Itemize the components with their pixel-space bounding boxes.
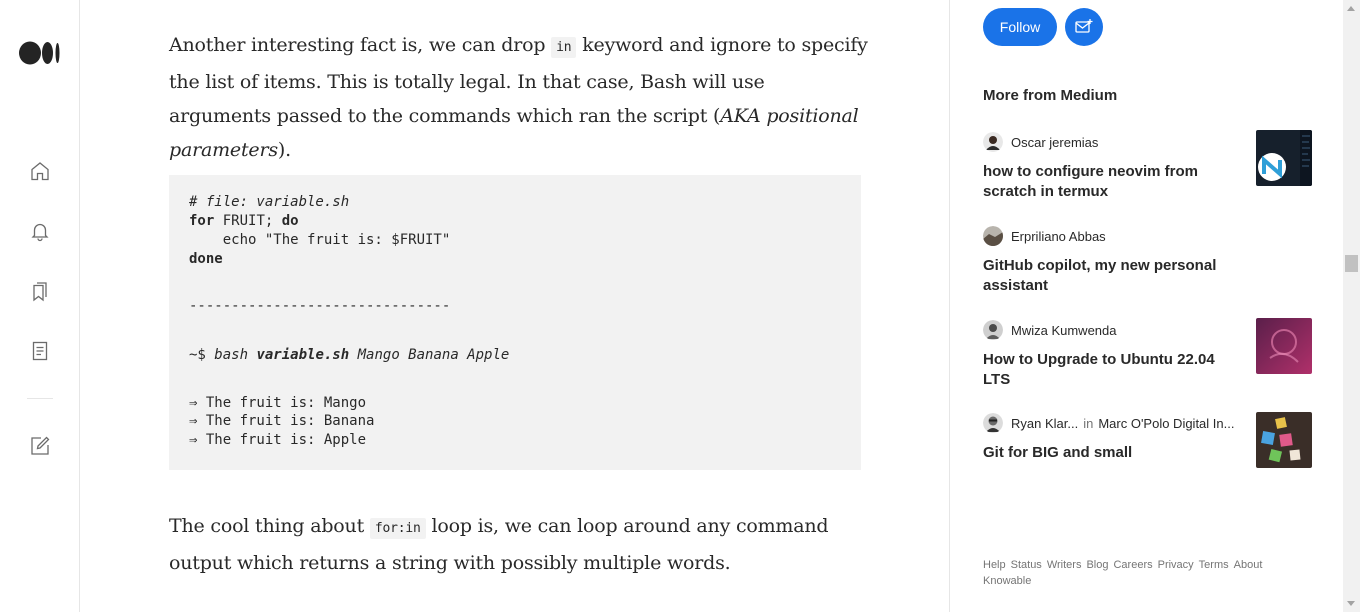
more-from-medium-heading: More from Medium — [983, 87, 1118, 104]
page-scrollbar[interactable] — [1343, 0, 1360, 612]
story-author-row: Erpriliano Abbas — [983, 226, 1313, 246]
inline-code-in: in — [551, 37, 577, 58]
scrollbar-thumb[interactable] — [1345, 255, 1358, 272]
author-avatar[interactable] — [983, 320, 1003, 340]
story-thumbnail[interactable] — [1256, 130, 1312, 186]
code-for-line: for FRUIT; do — [189, 213, 299, 229]
footer-link-terms[interactable]: Terms — [1199, 559, 1229, 571]
left-rail — [0, 0, 80, 612]
stories-icon[interactable] — [28, 339, 52, 363]
story-thumbnail[interactable] — [1256, 318, 1312, 374]
footer-link-blog[interactable]: Blog — [1086, 559, 1108, 571]
story-title[interactable]: Git for BIG and small — [983, 443, 1223, 463]
story-card: Erpriliano Abbas GitHub copilot, my new … — [983, 226, 1313, 296]
bell-icon[interactable] — [28, 219, 52, 243]
story-author-name[interactable]: Ryan Klar... — [1011, 416, 1078, 431]
footer-link-privacy[interactable]: Privacy — [1158, 559, 1194, 571]
medium-logo[interactable] — [19, 41, 61, 65]
story-in-label: in — [1083, 415, 1094, 431]
story-author-name[interactable]: Mwiza Kumwenda — [1011, 323, 1117, 338]
footer-link-careers[interactable]: Careers — [1113, 559, 1152, 571]
scroll-down-arrow-icon[interactable] — [1347, 601, 1355, 606]
rail-divider — [27, 398, 53, 399]
code-separator: ------------------------------- — [189, 298, 451, 314]
story-title[interactable]: How to Upgrade to Ubuntu 22.04 LTS — [983, 350, 1223, 390]
subscribe-email-button[interactable] — [1065, 8, 1103, 46]
author-avatar[interactable] — [983, 413, 1003, 433]
write-icon[interactable] — [28, 434, 52, 458]
story-title[interactable]: GitHub copilot, my new personal assistan… — [983, 256, 1223, 296]
code-done-line: done — [189, 251, 223, 267]
code-comment: # file: variable.sh — [189, 194, 350, 210]
story-publication-name[interactable]: Marc O'Polo Digital In... — [1098, 416, 1234, 431]
scroll-up-arrow-icon[interactable] — [1347, 6, 1355, 11]
code-echo-line: echo "The fruit is: $FRUIT" — [189, 232, 451, 248]
bookmarks-icon[interactable] — [28, 279, 52, 303]
right-sidebar: Follow More from Medium Oscar jeremias h… — [949, 0, 1346, 612]
mail-plus-icon — [1075, 19, 1093, 33]
code-command-line: ~$ bash variable.sh Mango Banana Apple — [189, 347, 510, 363]
footer-link-status[interactable]: Status — [1011, 559, 1042, 571]
paragraph-for-in-loop: The cool thing about for:in loop is, we … — [169, 515, 829, 574]
inline-code-for-in: for:in — [369, 518, 426, 539]
footer-link-help[interactable]: Help — [983, 559, 1006, 571]
home-icon[interactable] — [28, 159, 52, 183]
sidebar-footer-links: Help Status Writers Blog Careers Privacy Terms… — [983, 557, 1293, 589]
code-block: # file: variable.sh for FRUIT; do echo "… — [169, 175, 861, 470]
code-output-line: ⇒ The fruit is: Apple — [189, 432, 367, 448]
story-author-name[interactable]: Erpriliano Abbas — [1011, 229, 1106, 244]
footer-link-about[interactable]: About — [1234, 559, 1263, 571]
code-output-line: ⇒ The fruit is: Mango — [189, 395, 367, 411]
paragraph-positional-params: Another interesting fact is, we can drop… — [169, 34, 868, 161]
footer-link-knowable[interactable]: Knowable — [983, 575, 1031, 587]
story-thumbnail[interactable] — [1256, 412, 1312, 468]
author-avatar[interactable] — [983, 226, 1003, 246]
footer-link-writers[interactable]: Writers — [1047, 559, 1082, 571]
story-title[interactable]: how to configure neovim from scratch in … — [983, 162, 1223, 202]
author-avatar[interactable] — [983, 132, 1003, 152]
story-author-name[interactable]: Oscar jeremias — [1011, 135, 1098, 150]
follow-button[interactable]: Follow — [983, 8, 1057, 46]
code-output-line: ⇒ The fruit is: Banana — [189, 413, 375, 429]
